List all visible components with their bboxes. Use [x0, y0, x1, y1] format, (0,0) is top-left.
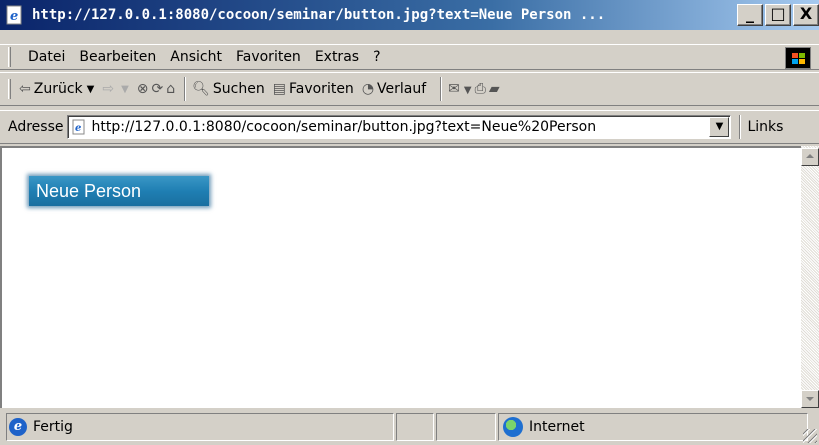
standard-toolbar: ⇦ Zurück ▼ ⇨ ▼ ⊗ ⟳ ⌂ 🔍︎ Suchen ▤ Favorit… — [0, 72, 819, 106]
scroll-down-button[interactable] — [801, 390, 819, 408]
address-input[interactable]: e http://127.0.0.1:8080/cocoon/seminar/b… — [67, 115, 732, 139]
back-button[interactable]: ⇦ Zurück ▼ — [19, 81, 94, 97]
menu-favoriten[interactable]: Favoriten — [229, 49, 308, 65]
internet-globe-icon — [503, 416, 523, 437]
title-bar: e http://127.0.0.1:8080/cocoon/seminar/b… — [0, 0, 819, 30]
windows-logo-icon — [785, 47, 811, 69]
refresh-icon[interactable]: ⟳ — [152, 81, 164, 97]
links-separator — [739, 115, 742, 139]
favorites-label: Favoriten — [288, 81, 354, 97]
menu-bar: Datei Bearbeiten Ansicht Favoriten Extra… — [0, 44, 819, 70]
window-title: http://127.0.0.1:8080/cocoon/seminar/but… — [32, 7, 606, 23]
address-bar: Adresse e http://127.0.0.1:8080/cocoon/s… — [0, 110, 819, 144]
address-dropdown-icon[interactable]: ▼ — [709, 117, 730, 137]
menu-extras[interactable]: Extras — [308, 49, 366, 65]
status-text: Fertig — [33, 418, 73, 435]
search-icon: 🔍︎ — [192, 81, 210, 97]
search-button[interactable]: 🔍︎ Suchen — [192, 81, 265, 97]
menu-help[interactable]: ? — [366, 49, 387, 65]
home-icon[interactable]: ⌂ — [166, 81, 175, 97]
svg-text:e: e — [75, 123, 81, 134]
address-label: Adresse — [8, 119, 64, 135]
ie-logo-icon: e — [9, 417, 27, 436]
toolbar-separator — [184, 77, 187, 101]
scroll-up-button[interactable] — [801, 148, 819, 166]
toolbar-grip[interactable] — [8, 79, 11, 99]
back-label: Zurück — [33, 81, 83, 97]
resize-grip-icon[interactable] — [803, 429, 817, 443]
favorites-icon: ▤ — [272, 81, 286, 97]
history-label: Verlauf — [377, 81, 427, 97]
vertical-scrollbar[interactable] — [801, 146, 819, 408]
address-url[interactable]: http://127.0.0.1:8080/cocoon/seminar/but… — [91, 119, 701, 135]
back-arrow-icon: ⇦ — [19, 81, 31, 97]
forward-button[interactable]: ⇨ ▼ — [102, 81, 128, 97]
toolbar-separator — [440, 77, 443, 101]
history-icon: ◔ — [361, 81, 375, 97]
forward-arrow-icon: ⇨ — [102, 81, 115, 97]
status-pane-security — [436, 412, 496, 441]
edit-icon[interactable]: ▰ — [489, 81, 500, 97]
menubar-grip[interactable] — [8, 47, 11, 67]
zone-text: Internet — [529, 418, 585, 435]
ie-document-icon: e — [4, 4, 26, 26]
status-pane-progress — [396, 412, 434, 441]
neue-person-button-image: Neue Person — [29, 176, 209, 206]
minimize-button[interactable]: _ — [737, 4, 763, 26]
search-label: Suchen — [212, 81, 265, 97]
page-content: Neue Person — [0, 146, 801, 408]
page-icon: e — [71, 119, 87, 135]
print-icon[interactable]: ⎙ — [475, 81, 486, 97]
status-pane-main: e Fertig — [6, 412, 394, 441]
mail-icon[interactable]: ✉ ▼ — [448, 81, 471, 97]
stop-icon[interactable]: ⊗ — [137, 81, 149, 97]
menu-bearbeiten[interactable]: Bearbeiten — [72, 49, 163, 65]
maximize-button[interactable]: □ — [765, 4, 791, 26]
links-button[interactable]: Links — [747, 119, 783, 135]
history-button[interactable]: ◔ Verlauf — [362, 81, 426, 97]
svg-text:e: e — [10, 9, 18, 24]
status-bar: e Fertig Internet — [0, 408, 819, 445]
menu-ansicht[interactable]: Ansicht — [163, 49, 229, 65]
close-button[interactable]: X — [793, 4, 819, 26]
favorites-button[interactable]: ▤ Favoriten — [273, 81, 354, 97]
status-pane-zone: Internet — [498, 412, 808, 441]
forward-dropdown-icon[interactable]: ▼ — [121, 84, 129, 95]
back-dropdown-icon[interactable]: ▼ — [87, 84, 95, 95]
menu-datei[interactable]: Datei — [21, 49, 72, 65]
